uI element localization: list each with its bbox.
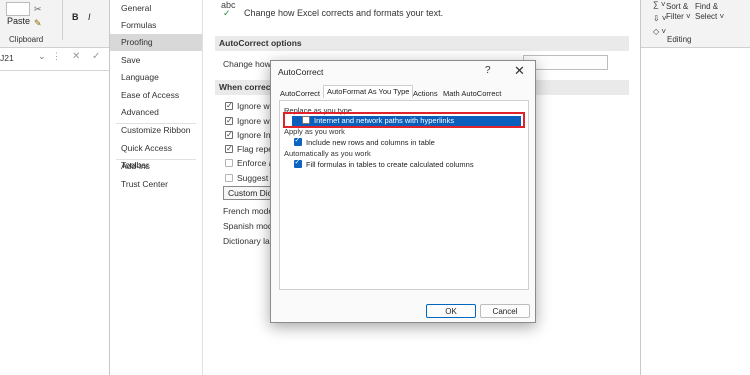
include-rows-option[interactable]: Include new rows and columns in table (294, 136, 435, 148)
nav-item-ease-of-access[interactable]: Ease of Access (110, 87, 202, 104)
ribbon-left: Paste ✂ ✎ B I Clipboard (0, 0, 109, 48)
tab-math-autocorrect[interactable]: Math AutoCorrect (443, 88, 501, 100)
nav-item-language[interactable]: Language (110, 69, 202, 86)
tab-actions[interactable]: Actions (413, 88, 438, 100)
nav-item-formulas[interactable]: Formulas (110, 17, 202, 34)
excel-right-pane (639, 0, 750, 375)
cancel-formula-icon[interactable]: ✕ (72, 51, 80, 62)
paste-button[interactable]: Paste (7, 16, 30, 26)
help-icon[interactable]: ? (485, 65, 491, 76)
clipboard-group-label: Clipboard (9, 35, 44, 44)
autocorrect-options-section: AutoCorrect options (215, 36, 629, 51)
proofing-intro: Change how Excel corrects and formats yo… (244, 8, 444, 18)
checkbox-icon[interactable] (294, 158, 302, 168)
nav-item-quick-access-toolbar[interactable]: Quick Access Toolbar (110, 140, 202, 170)
dictionary-language-label: Dictionary lan (223, 236, 275, 246)
nav-item-general[interactable]: General (110, 0, 202, 17)
autocorrect-dialog: AutoCorrect ? ✕ AutoCorrect AutoFormat A… (270, 60, 536, 323)
option-label: Include new rows and columns in table (306, 138, 435, 147)
checkbox-icon[interactable] (294, 136, 302, 146)
ribbon-divider (62, 0, 63, 40)
nav-item-advanced[interactable]: Advanced (110, 104, 202, 121)
close-icon[interactable]: ✕ (514, 63, 525, 79)
name-box[interactable]: J21 (0, 53, 14, 63)
sort-filter-button[interactable]: Sort & Filter ˅ (666, 2, 691, 22)
find-select-button[interactable]: Find & Select ˅ (695, 2, 724, 22)
checkbox-icon[interactable] (225, 159, 233, 167)
dropdown-icon[interactable]: ⌄ (38, 51, 46, 62)
name-box-row: J21 ⌄ ⋮ ✕ ✓ (0, 48, 109, 71)
nav-item-proofing[interactable]: Proofing (110, 34, 202, 51)
options-nav: General Formulas Proofing Save Language … (110, 0, 203, 375)
nav-item-save[interactable]: Save (110, 52, 202, 69)
ok-button[interactable]: OK (426, 304, 476, 318)
worksheet-grid[interactable] (0, 71, 109, 375)
french-modes-label: French mode (223, 206, 274, 216)
nav-item-customize-ribbon[interactable]: Customize Ribbon (110, 122, 202, 139)
ribbon-right: ∑ ˅ ⇩ ˅ ◇ ˅ Sort & Filter ˅ Find & Selec… (639, 0, 750, 48)
tab-panel: Replace as you type Internet and network… (279, 100, 529, 290)
checkbox-icon[interactable] (225, 143, 233, 155)
checkbox-icon[interactable] (225, 100, 233, 112)
bold-button[interactable]: B (72, 12, 79, 22)
tab-autoformat-as-you-type[interactable]: AutoFormat As You Type (323, 85, 414, 98)
nav-item-trust-center[interactable]: Trust Center (110, 176, 202, 193)
nav-item-add-ins[interactable]: Add-ins (110, 158, 202, 175)
highlight-box (283, 112, 525, 128)
more-icon: ⋮ (52, 51, 61, 61)
fill-formulas-option[interactable]: Fill formulas in tables to create calcul… (294, 158, 474, 170)
paste-icon[interactable] (6, 2, 30, 16)
dialog-title: AutoCorrect (278, 67, 324, 77)
cancel-button[interactable]: Cancel (480, 304, 530, 318)
editing-group-label: Editing (667, 35, 692, 44)
group-apply-as-you-work: Apply as you work (284, 127, 345, 136)
scissors-icon[interactable]: ✂ (34, 4, 42, 15)
check-mark-icon: ✓ (223, 8, 231, 18)
tab-autocorrect[interactable]: AutoCorrect (280, 88, 320, 100)
autosum-icon[interactable]: ∑ ˅ (653, 0, 666, 9)
checkbox-icon[interactable] (225, 129, 233, 141)
checkbox-icon[interactable] (225, 174, 233, 182)
italic-button[interactable]: I (88, 12, 91, 22)
format-painter-icon[interactable]: ✎ (34, 18, 42, 29)
clear-icon[interactable]: ◇ ˅ (653, 27, 666, 36)
checkbox-icon[interactable] (225, 115, 233, 127)
option-label: Fill formulas in tables to create calcul… (306, 160, 474, 169)
fill-icon[interactable]: ⇩ ˅ (653, 14, 667, 23)
enter-formula-icon[interactable]: ✓ (92, 51, 100, 62)
